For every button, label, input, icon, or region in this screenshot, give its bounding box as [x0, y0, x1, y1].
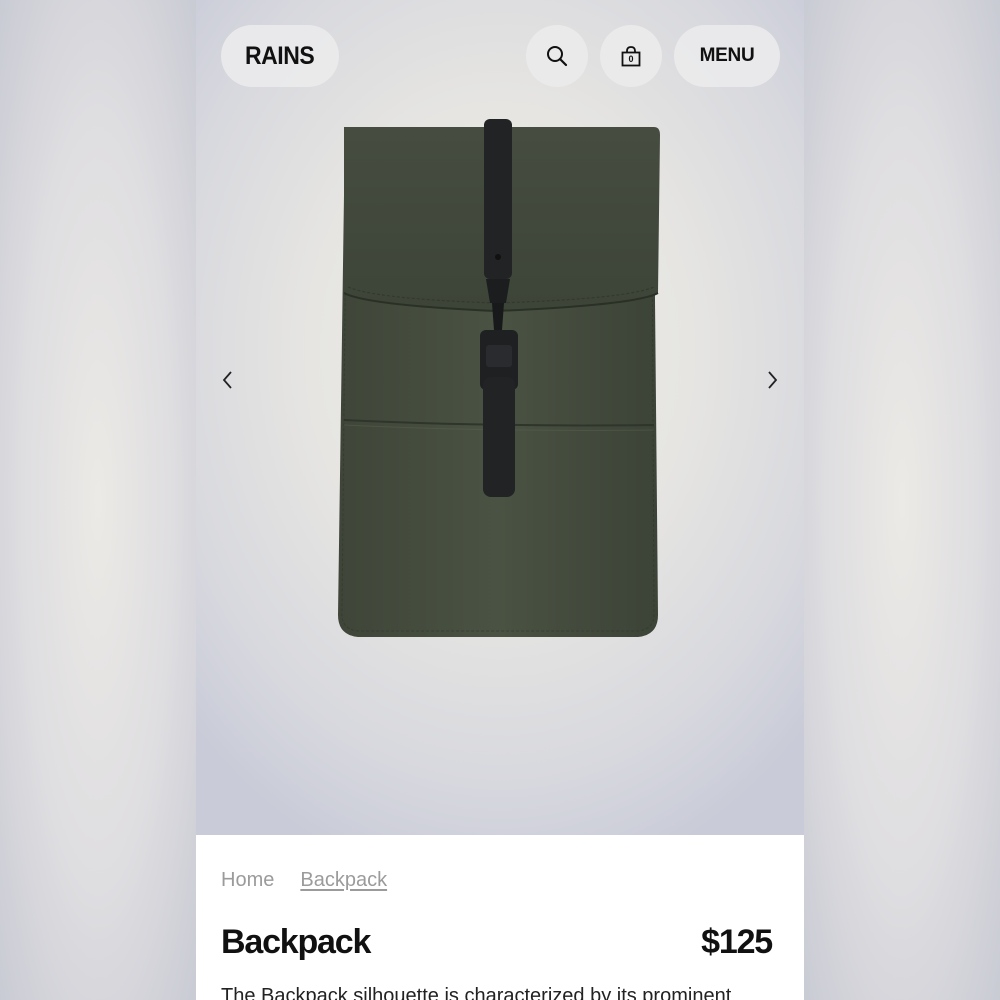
phone-screen: RAINS 0 MENU Home Backpack Backpack $125…: [196, 0, 804, 1000]
product-price: $125: [701, 923, 773, 961]
menu-button[interactable]: MENU: [674, 25, 780, 87]
breadcrumb: Home Backpack: [221, 869, 387, 892]
product-info: Home Backpack Backpack $125 The Backpack…: [196, 835, 804, 1000]
menu-label: MENU: [699, 45, 755, 66]
breadcrumb-home[interactable]: Home: [221, 869, 274, 892]
search-icon: [547, 46, 568, 67]
next-image-button[interactable]: [754, 362, 790, 398]
left-background: [0, 0, 196, 1000]
search-button[interactable]: [526, 25, 588, 87]
right-background: [804, 0, 1000, 1000]
backpack-image: [338, 119, 660, 637]
chevron-left-icon: [222, 371, 232, 389]
product-image-carousel[interactable]: RAINS 0 MENU: [196, 0, 804, 835]
product-title: Backpack: [221, 923, 371, 961]
product-description: The Backpack silhouette is characterized…: [221, 985, 732, 1000]
cart-count: 0: [628, 54, 634, 64]
brand-logo: RAINS: [245, 41, 315, 70]
previous-image-button[interactable]: [210, 362, 246, 398]
cart-button[interactable]: 0: [600, 25, 662, 87]
chevron-right-icon: [768, 371, 778, 389]
logo-button[interactable]: RAINS: [221, 25, 339, 87]
breadcrumb-current[interactable]: Backpack: [300, 869, 387, 892]
